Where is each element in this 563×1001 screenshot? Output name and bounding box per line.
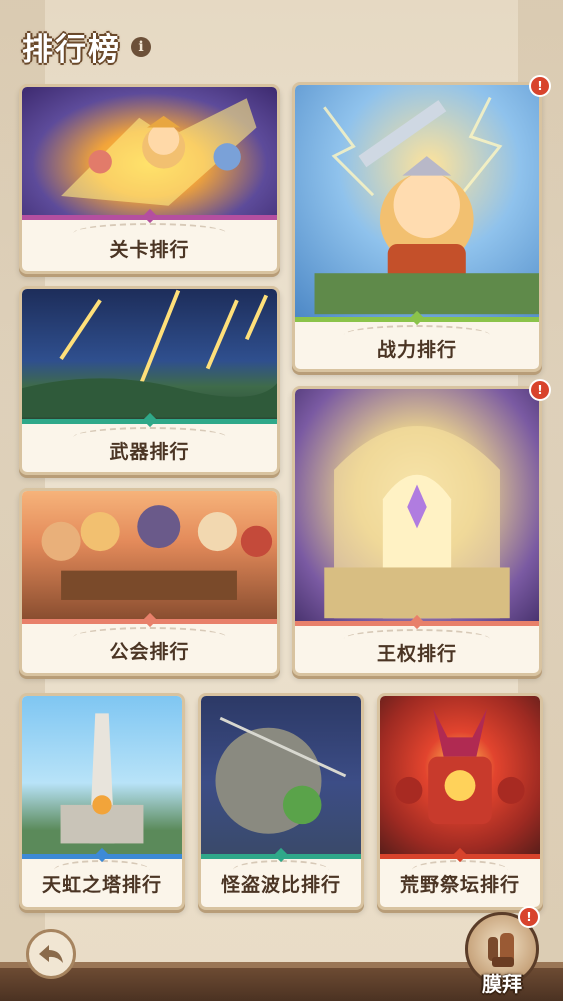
ranking-card-throne[interactable]: 王权排行 (292, 386, 542, 676)
ranking-card-stage[interactable]: 关卡排行 (19, 84, 280, 274)
info-icon[interactable]: i (131, 36, 151, 57)
thief-ranking-label: 怪盗波比排行 (220, 874, 341, 896)
ranking-card-tower[interactable]: 天虹之塔排行 (19, 693, 185, 910)
back-arrow-icon (39, 945, 63, 963)
weapon-art-image (22, 289, 277, 419)
tower-ranking-label: 天虹之塔排行 (41, 874, 162, 896)
ranking-card-guild[interactable]: 公会排行 (19, 488, 280, 676)
wild-ranking-label: 荒野祭坛排行 (399, 874, 520, 896)
throne-art-image (295, 389, 539, 621)
back-button[interactable] (26, 929, 76, 979)
ranking-card-wild[interactable]: 荒野祭坛排行 (377, 693, 543, 910)
ranking-card-thief[interactable]: 怪盗波比排行 (198, 693, 364, 910)
throne-ranking-label: 王权排行 (376, 643, 457, 665)
guild-ranking-label: 公会排行 (109, 641, 190, 663)
wild-art-image (380, 696, 540, 854)
ranking-card-power[interactable]: 战力排行 (292, 82, 542, 372)
power-ranking-label: 战力排行 (376, 339, 457, 361)
stage-art-image (22, 87, 277, 215)
weapon-ranking-label: 武器排行 (109, 441, 190, 463)
worship-icon (488, 933, 514, 967)
throne-alert-badge: ! (529, 379, 551, 401)
thief-art-image (201, 696, 361, 854)
stage-ranking-label: 关卡排行 (109, 239, 190, 261)
worship-label: 膜拜 (482, 972, 522, 996)
page-header: 排行榜 i (22, 24, 151, 69)
page-title: 排行榜 (22, 32, 121, 68)
tower-art-image (22, 696, 182, 854)
worship-alert-badge: ! (518, 906, 540, 928)
ranking-card-weapon[interactable]: 武器排行 (19, 286, 280, 475)
power-art-image (295, 85, 539, 317)
power-alert-badge: ! (529, 75, 551, 97)
guild-art-image (22, 491, 277, 619)
